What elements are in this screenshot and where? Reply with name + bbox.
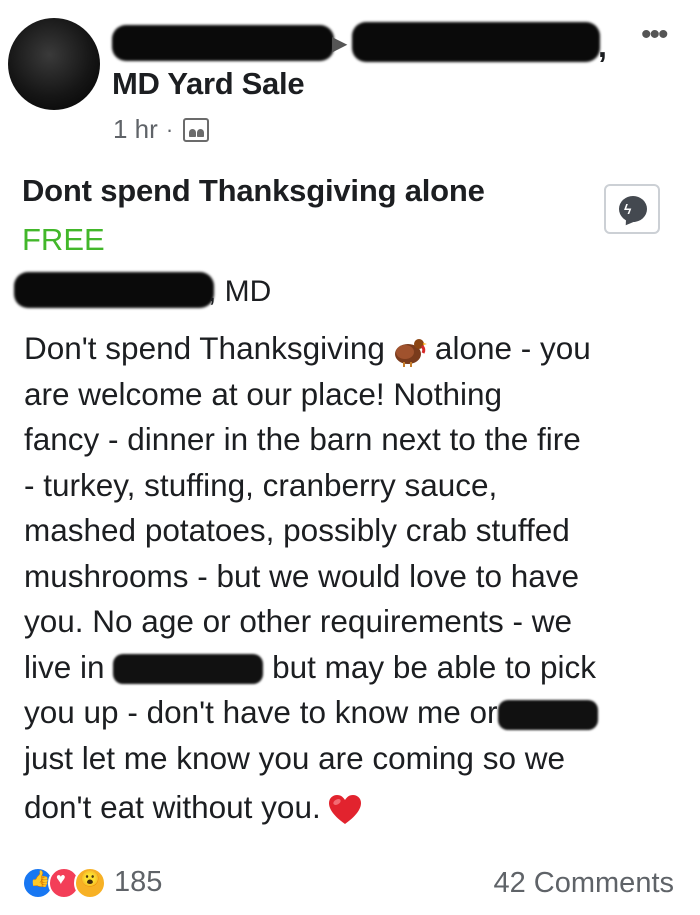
listing-location: , MD [208, 275, 272, 308]
body-line: just let me know you are coming so we [24, 739, 565, 776]
body-line: Don't spend Thanksgiving alone - you [24, 330, 591, 367]
reaction-count[interactable]: 185 [114, 866, 162, 899]
message-seller-button[interactable]: ϟ [604, 184, 660, 234]
listing-price: FREE [22, 222, 105, 257]
body-line: don't eat without you. [24, 785, 684, 831]
body-line: fancy - dinner in the barn next to the f… [24, 421, 581, 457]
group-name[interactable]: MD Yard Sale [112, 66, 305, 102]
body-line: mushrooms - but we would love to have [24, 557, 580, 594]
redacted-town [113, 654, 264, 685]
body-line: are welcome at our place! Nothing [24, 375, 503, 412]
listing-title: Dont spend Thanksgiving alone [22, 173, 485, 208]
comments-link[interactable]: 42 Comments [493, 867, 674, 900]
wow-reaction-icon: 😮 [74, 866, 106, 899]
redacted-name [497, 699, 598, 730]
turkey-emoji-icon [394, 338, 427, 367]
timestamp[interactable]: 1 hr [113, 114, 158, 145]
reactions-summary[interactable]: 👍 ♥ 😮 185 [22, 866, 162, 899]
arrow-right-icon: ▶ [332, 33, 348, 55]
body-line: - turkey, stuffing, cranberry sauce, [24, 466, 498, 503]
separator-dot: · [165, 116, 174, 142]
body-line: mashed potatoes, possibly crab stuffed [24, 512, 570, 548]
body-line: you up - don't have to know me or [24, 690, 684, 736]
heart-emoji-icon [328, 794, 361, 824]
author-avatar[interactable] [8, 18, 100, 110]
group-icon [183, 117, 210, 142]
redacted-author-name[interactable] [112, 25, 334, 61]
body-line: live in but may be able to pick [24, 648, 597, 685]
redacted-location [14, 272, 214, 308]
redacted-group-name[interactable] [352, 22, 600, 62]
body-line: you. No age or other requirements - we [24, 603, 573, 639]
post-meta: 1 hr · [113, 114, 210, 145]
post-body: Don't spend Thanksgiving alone - you are… [24, 326, 684, 831]
group-comma: , [598, 28, 607, 64]
ellipsis-icon[interactable]: ••• [641, 18, 668, 52]
